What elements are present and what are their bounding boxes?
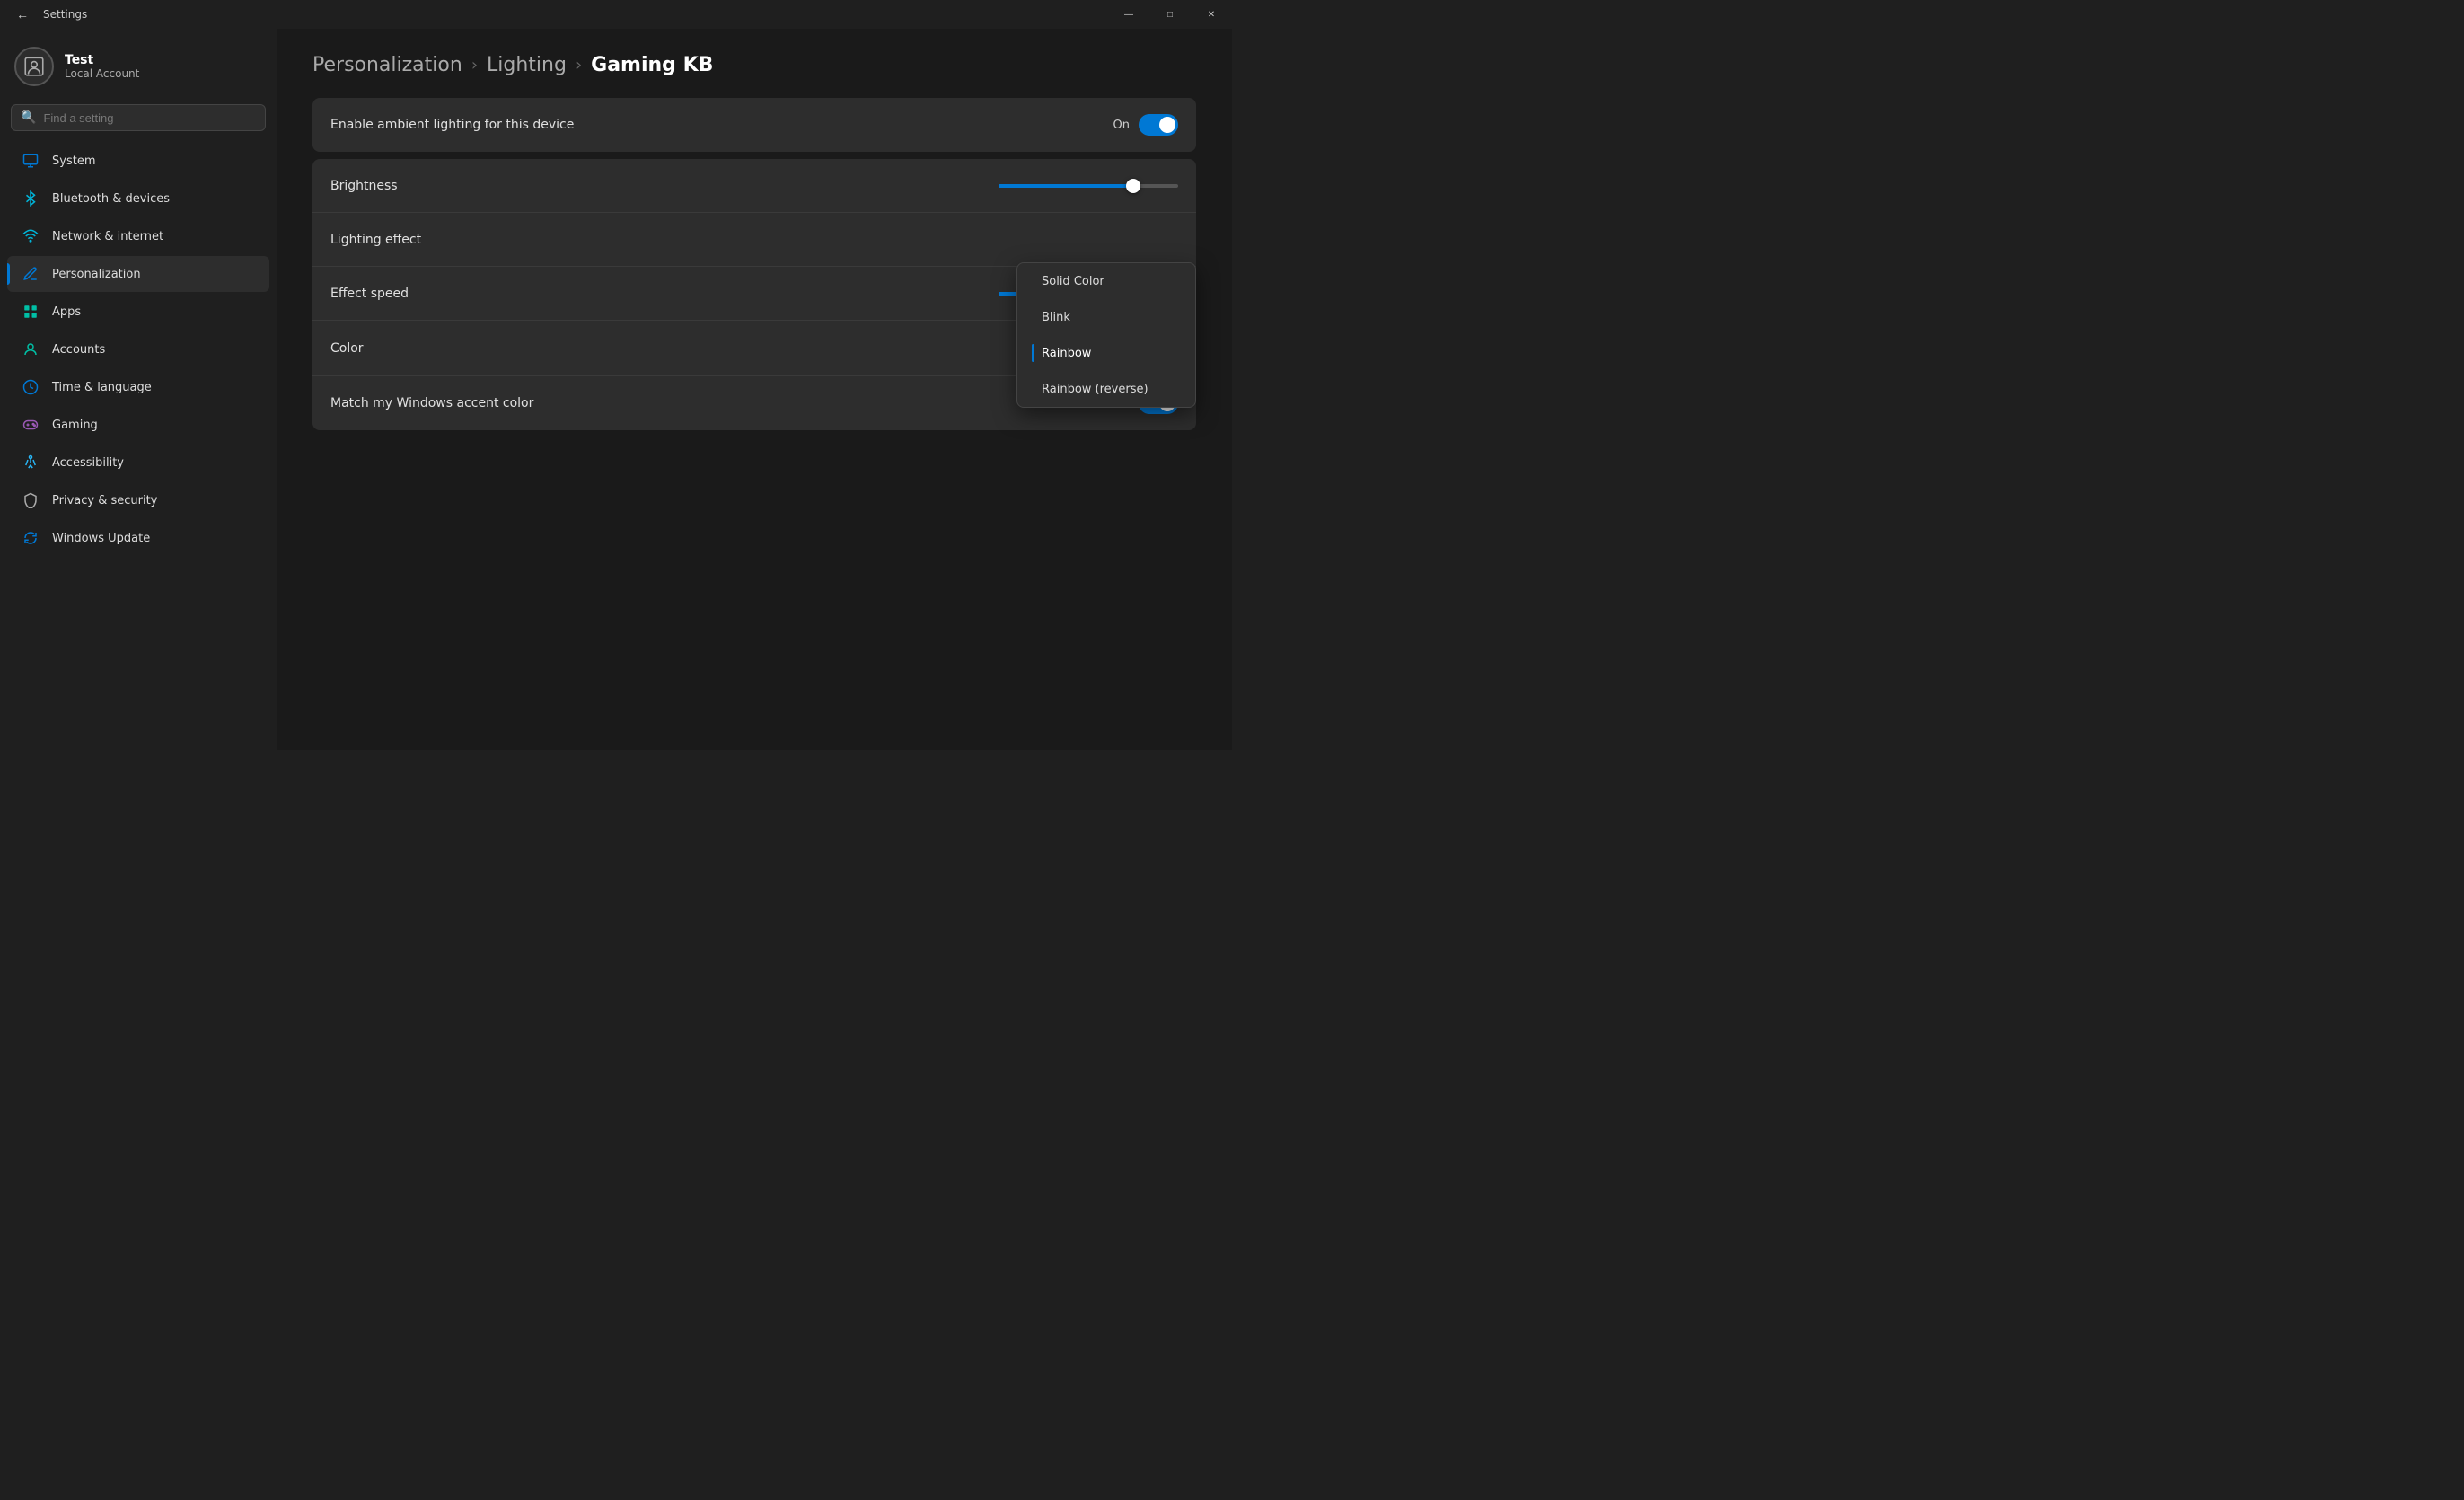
breadcrumb-personalization[interactable]: Personalization: [312, 54, 462, 76]
sidebar-label-time: Time & language: [52, 381, 152, 394]
app-container: Test Local Account 🔍 System Blue: [0, 29, 1232, 750]
sidebar-item-personalization[interactable]: Personalization: [7, 256, 269, 292]
lighting-effect-row: Lighting effect: [312, 213, 1196, 267]
ambient-lighting-value: On: [1113, 119, 1130, 132]
search-icon: 🔍: [21, 110, 36, 125]
privacy-icon: [22, 491, 40, 509]
sidebar-label-bluetooth: Bluetooth & devices: [52, 192, 170, 206]
sidebar-label-system: System: [52, 154, 95, 168]
color-label: Color: [330, 341, 364, 356]
dropdown-label-solid: Solid Color: [1042, 275, 1104, 288]
sidebar-item-network[interactable]: Network & internet: [7, 218, 269, 254]
back-button[interactable]: ←: [11, 5, 34, 23]
lighting-effect-dropdown: Solid Color Blink Rainbow Rainbow (rever…: [1016, 262, 1196, 408]
personalization-icon: [22, 265, 40, 283]
sidebar-item-privacy[interactable]: Privacy & security: [7, 482, 269, 518]
sidebar-label-update: Windows Update: [52, 532, 150, 545]
search-box[interactable]: 🔍: [11, 104, 266, 131]
sidebar-label-gaming: Gaming: [52, 419, 98, 432]
sidebar-label-accessibility: Accessibility: [52, 456, 124, 470]
dropdown-label-rainbow-reverse: Rainbow (reverse): [1042, 383, 1148, 396]
brightness-slider-track[interactable]: [999, 184, 1178, 188]
user-name: Test: [65, 53, 139, 67]
ambient-lighting-row: Enable ambient lighting for this device …: [312, 98, 1196, 152]
ambient-lighting-card: Enable ambient lighting for this device …: [312, 98, 1196, 152]
breadcrumb-sep-2: ›: [576, 56, 582, 75]
breadcrumb: Personalization › Lighting › Gaming KB: [312, 54, 1196, 76]
dropdown-item-rainbow-reverse[interactable]: Rainbow (reverse): [1017, 371, 1195, 407]
brightness-fill: [999, 184, 1133, 188]
network-icon: [22, 227, 40, 245]
sidebar-label-apps: Apps: [52, 305, 81, 319]
sidebar-item-time[interactable]: Time & language: [7, 369, 269, 405]
solid-no-indicator: [1032, 272, 1034, 290]
sidebar-item-accounts[interactable]: Accounts: [7, 331, 269, 367]
sidebar-label-privacy: Privacy & security: [52, 494, 157, 507]
sidebar-item-update[interactable]: Windows Update: [7, 520, 269, 556]
ambient-lighting-toggle[interactable]: [1139, 114, 1178, 136]
minimize-button[interactable]: —: [1108, 0, 1149, 29]
rainbow-reverse-no-indicator: [1032, 380, 1034, 398]
time-icon: [22, 378, 40, 396]
accounts-icon: [22, 340, 40, 358]
sidebar-item-system[interactable]: System: [7, 143, 269, 179]
window-controls: — □ ✕: [1108, 0, 1232, 29]
sidebar: Test Local Account 🔍 System Blue: [0, 29, 277, 750]
sidebar-label-accounts: Accounts: [52, 343, 105, 357]
search-container: 🔍: [0, 101, 277, 142]
dropdown-item-blink[interactable]: Blink: [1017, 299, 1195, 335]
close-button[interactable]: ✕: [1191, 0, 1232, 29]
sidebar-item-gaming[interactable]: Gaming: [7, 407, 269, 443]
breadcrumb-sep-1: ›: [471, 56, 478, 75]
apps-icon: [22, 303, 40, 321]
sidebar-item-apps[interactable]: Apps: [7, 294, 269, 330]
dropdown-item-solid[interactable]: Solid Color: [1017, 263, 1195, 299]
system-icon: [22, 152, 40, 170]
breadcrumb-current: Gaming KB: [591, 54, 713, 76]
brightness-thumb[interactable]: [1126, 179, 1140, 193]
rainbow-check-indicator: [1032, 344, 1034, 362]
title-bar: ← Settings — □ ✕: [0, 0, 1232, 29]
dropdown-label-blink: Blink: [1042, 311, 1070, 324]
update-icon: [22, 529, 40, 547]
accessibility-icon: [22, 454, 40, 472]
ambient-lighting-label: Enable ambient lighting for this device: [330, 118, 574, 132]
app-title: Settings: [43, 8, 87, 21]
user-profile[interactable]: Test Local Account: [0, 36, 277, 101]
effect-speed-label: Effect speed: [330, 287, 409, 301]
search-input[interactable]: [43, 111, 256, 125]
lighting-effect-label: Lighting effect: [330, 233, 421, 247]
sidebar-label-network: Network & internet: [52, 230, 163, 243]
bluetooth-icon: [22, 190, 40, 207]
main-content: Personalization › Lighting › Gaming KB E…: [277, 29, 1232, 750]
dropdown-label-rainbow: Rainbow: [1042, 347, 1091, 360]
brightness-row: Brightness: [312, 159, 1196, 213]
sidebar-label-personalization: Personalization: [52, 268, 141, 281]
user-account-type: Local Account: [65, 67, 139, 80]
user-info: Test Local Account: [65, 53, 139, 80]
gaming-icon: [22, 416, 40, 434]
sidebar-item-bluetooth[interactable]: Bluetooth & devices: [7, 181, 269, 216]
blink-no-indicator: [1032, 308, 1034, 326]
brightness-label: Brightness: [330, 179, 398, 193]
avatar: [14, 47, 54, 86]
match-accent-label: Match my Windows accent color: [330, 396, 533, 410]
brightness-slider-container[interactable]: [999, 184, 1178, 188]
sidebar-item-accessibility[interactable]: Accessibility: [7, 445, 269, 481]
dropdown-item-rainbow[interactable]: Rainbow: [1017, 335, 1195, 371]
maximize-button[interactable]: □: [1149, 0, 1191, 29]
breadcrumb-lighting[interactable]: Lighting: [487, 54, 567, 76]
